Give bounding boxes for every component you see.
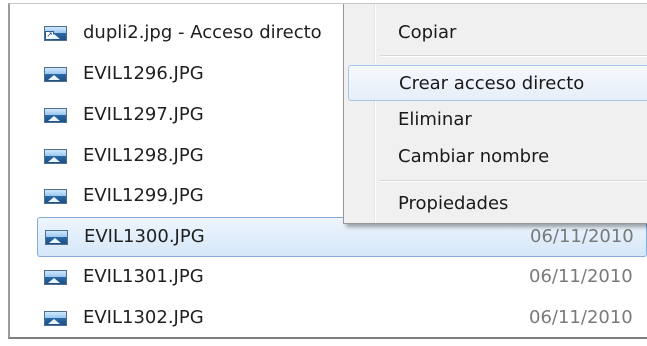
- file-name: EVIL1302.JPG: [83, 307, 204, 328]
- shortcut-arrow-icon: ↗: [45, 31, 54, 40]
- file-name: EVIL1296.JPG: [83, 63, 204, 84]
- file-date: 06/11/2010: [530, 226, 634, 247]
- image-file-icon: [44, 108, 67, 123]
- context-menu: Copiar Crear acceso directo Eliminar Cam…: [343, 4, 647, 224]
- image-file-icon: ↗: [44, 26, 67, 41]
- image-file-icon: [45, 230, 68, 245]
- menu-item-create-shortcut[interactable]: Crear acceso directo: [348, 65, 647, 101]
- file-explorer-window: ↗ dupli2.jpg - Acceso directo EVIL1296.J…: [8, 3, 647, 339]
- image-file-icon: [44, 149, 67, 164]
- menu-item-properties[interactable]: Propiedades: [348, 186, 647, 222]
- menu-item-rename[interactable]: Cambiar nombre: [348, 139, 647, 175]
- menu-separator: [380, 180, 647, 182]
- file-name: EVIL1300.JPG: [84, 226, 205, 247]
- menu-item-label: Crear acceso directo: [399, 73, 585, 94]
- image-file-icon: [44, 67, 67, 82]
- menu-item-label: Copiar: [398, 22, 457, 43]
- file-date: 06/11/2010: [529, 307, 633, 328]
- file-name: EVIL1299.JPG: [83, 185, 204, 206]
- menu-item-label: Cambiar nombre: [398, 146, 550, 167]
- file-date: 06/11/2010: [529, 266, 633, 287]
- menu-item-copy[interactable]: Copiar: [348, 15, 647, 51]
- menu-item-label: Eliminar: [398, 109, 472, 130]
- menu-separator: [380, 55, 647, 57]
- file-name: EVIL1301.JPG: [83, 266, 204, 287]
- menu-item-delete[interactable]: Eliminar: [348, 102, 647, 138]
- file-row-evil1302[interactable]: EVIL1302.JPG 06/11/2010: [37, 299, 647, 337]
- file-name: dupli2.jpg - Acceso directo: [83, 22, 322, 43]
- image-file-icon: [44, 270, 67, 285]
- image-file-icon: [44, 311, 67, 326]
- menu-item-label: Propiedades: [398, 193, 509, 214]
- file-name: EVIL1298.JPG: [83, 145, 204, 166]
- image-file-icon: [44, 189, 67, 204]
- file-row-evil1301[interactable]: EVIL1301.JPG 06/11/2010: [37, 258, 647, 298]
- file-name: EVIL1297.JPG: [83, 104, 204, 125]
